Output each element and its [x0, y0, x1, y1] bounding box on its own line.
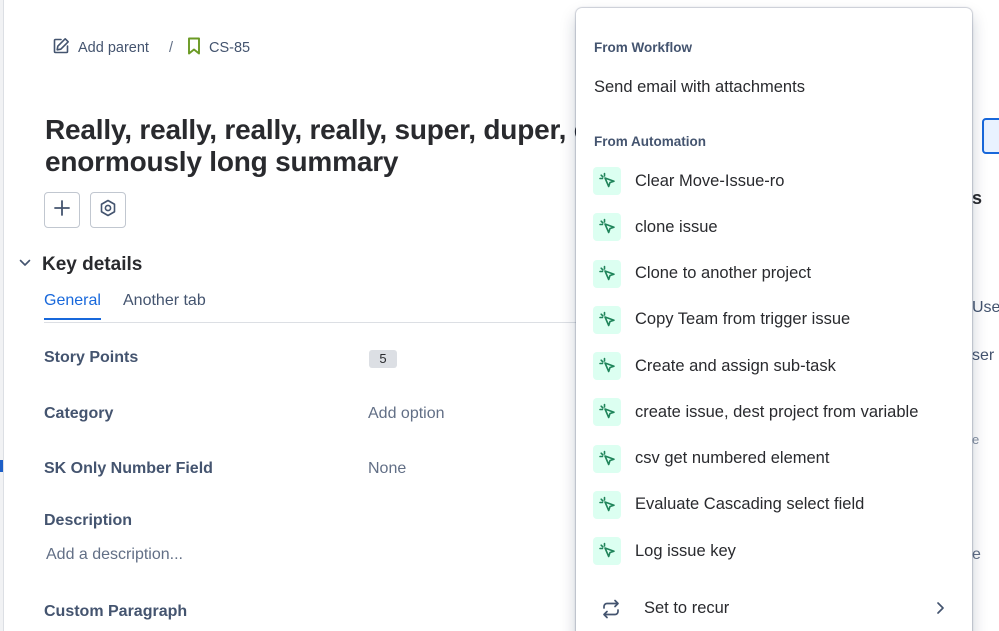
issue-key-link[interactable]: CS-85	[187, 37, 250, 59]
plus-icon	[53, 199, 71, 222]
breadcrumb: Add parent / CS-85	[52, 36, 250, 60]
automation-menu-item-label: Copy Team from trigger issue	[635, 310, 851, 329]
automation-menu-item-label: Evaluate Cascading select field	[635, 495, 865, 514]
cursor-click-icon	[593, 305, 621, 334]
issue-summary[interactable]: Really, really, really, really, super, d…	[45, 114, 605, 178]
issue-action-buttons	[44, 192, 126, 228]
automation-menu-item[interactable]: clone issue	[576, 207, 972, 247]
sk-number-field-label: SK Only Number Field	[44, 460, 213, 477]
automation-menu-item[interactable]: csv get numbered element	[576, 439, 972, 479]
automation-menu-item[interactable]: Create and assign sub-task	[576, 346, 972, 386]
recur-icon	[600, 599, 622, 624]
background-sidebar-edge	[0, 0, 4, 631]
edit-icon	[52, 37, 70, 59]
background-selection-marker	[0, 460, 3, 472]
set-to-recur-item[interactable]: Set to recur	[576, 592, 972, 626]
automation-menu-item[interactable]: create issue, dest project from variable	[576, 392, 972, 432]
story-points-label: Story Points	[44, 349, 139, 366]
description-field[interactable]: Add a description...	[46, 546, 183, 564]
sk-number-field-value[interactable]: None	[368, 460, 406, 478]
automation-menu-item[interactable]: Clear Move-Issue-ro	[576, 161, 972, 201]
add-parent-label: Add parent	[78, 40, 149, 56]
description-label: Description	[44, 512, 133, 529]
add-button[interactable]	[44, 192, 80, 228]
tab-general[interactable]: General	[44, 292, 101, 320]
actions-dropdown-menu: From Workflow Send email with attachment…	[576, 8, 972, 631]
cursor-click-icon	[593, 444, 621, 473]
automation-menu-item-label: clone issue	[635, 217, 718, 236]
cursor-click-icon	[593, 490, 621, 519]
automation-menu-item-label: Log issue key	[635, 541, 736, 560]
automation-menu-item[interactable]: Evaluate Cascading select field	[576, 485, 972, 525]
story-points-value[interactable]: 5	[369, 350, 397, 368]
cursor-click-icon	[593, 352, 621, 380]
key-details-tabs: General Another tab	[44, 292, 584, 323]
from-automation-heading: From Automation	[594, 134, 706, 149]
apps-button[interactable]	[90, 192, 126, 228]
category-value[interactable]: Add option	[368, 405, 445, 423]
key-details-title: Key details	[42, 254, 143, 275]
automation-menu-item-label: Clone to another project	[635, 264, 812, 282]
from-workflow-heading: From Workflow	[594, 40, 693, 55]
category-label: Category	[44, 405, 114, 422]
chevron-right-icon	[934, 600, 946, 621]
custom-paragraph-label: Custom Paragraph	[44, 603, 188, 620]
chevron-down-icon	[18, 256, 32, 275]
cursor-click-icon	[593, 213, 621, 242]
bookmark-icon	[187, 37, 201, 59]
automation-menu-item-label: Clear Move-Issue-ro	[635, 171, 785, 190]
background-fragment: e	[972, 546, 981, 563]
automation-menu-item[interactable]: Log issue key	[576, 531, 972, 571]
menu-item-send-email[interactable]: Send email with attachments	[594, 78, 805, 97]
cursor-click-icon	[593, 398, 621, 427]
key-details-toggle[interactable]: Key details	[18, 254, 142, 276]
summary-line-1: Really, really, really, really, super, d…	[45, 114, 590, 145]
cursor-click-icon	[593, 537, 621, 565]
automation-menu-item-label: create issue, dest project from variable	[635, 402, 919, 421]
hexagon-gear-icon	[99, 199, 117, 222]
background-action-button[interactable]	[982, 118, 999, 154]
automation-menu-item[interactable]: Copy Team from trigger issue	[576, 300, 972, 340]
automation-menu-item[interactable]: Clone to another project	[576, 254, 972, 294]
issue-key-label: CS-85	[208, 40, 251, 56]
cursor-click-icon	[593, 259, 621, 288]
set-to-recur-label: Set to recur	[644, 599, 730, 617]
summary-line-2: enormously long summary	[45, 146, 399, 177]
issue-view: Add parent / CS-85 Really, really, reall…	[0, 0, 999, 631]
cursor-click-icon	[593, 167, 621, 195]
add-parent-link[interactable]: Add parent	[52, 37, 149, 59]
breadcrumb-separator: /	[168, 40, 173, 56]
background-fragment: ser	[972, 347, 995, 364]
background-fragment: s	[972, 188, 983, 208]
tab-another[interactable]: Another tab	[123, 292, 206, 318]
background-fragment: Use	[972, 299, 999, 316]
automation-menu-item-label: csv get numbered element	[635, 449, 830, 467]
background-fragment: e	[972, 432, 980, 447]
automation-menu-item-label: Create and assign sub-task	[635, 356, 836, 375]
